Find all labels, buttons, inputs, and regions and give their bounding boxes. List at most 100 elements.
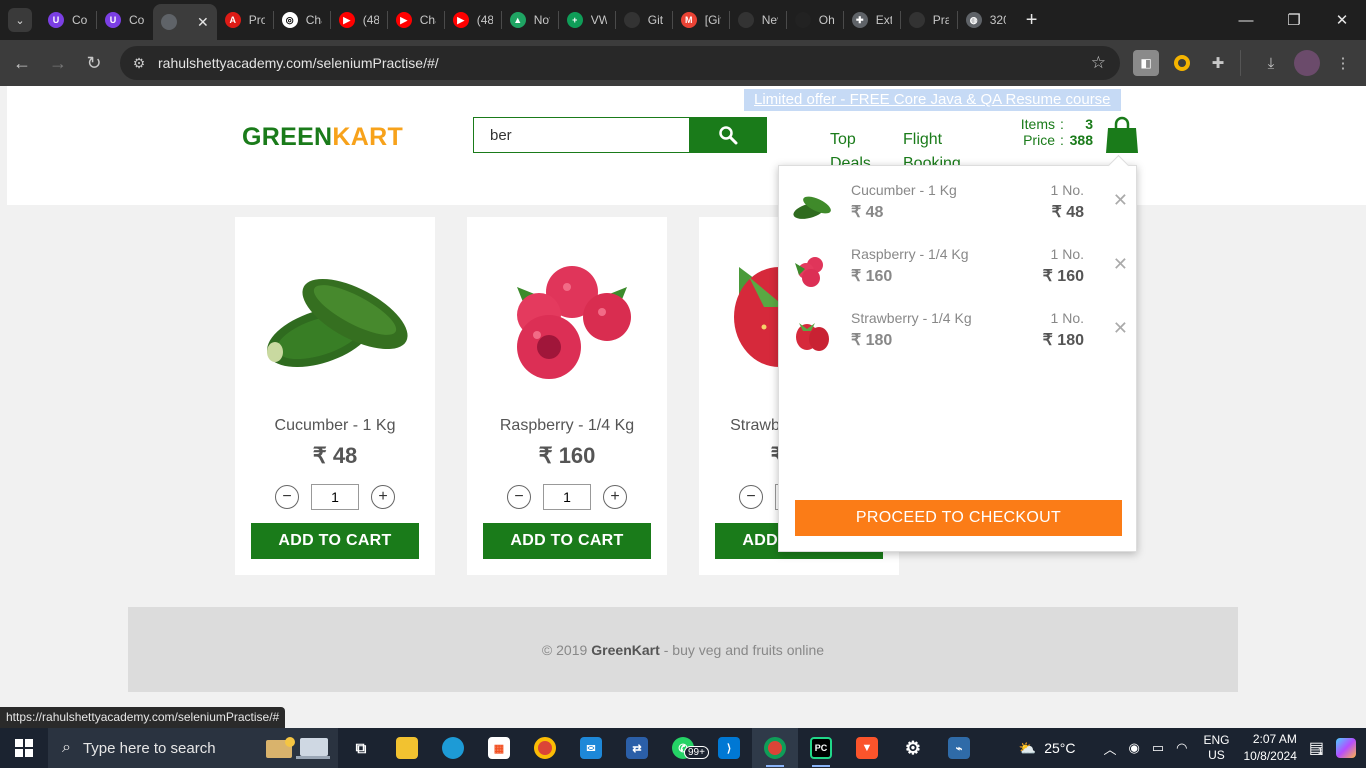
decrement-button[interactable]: − xyxy=(275,485,299,509)
input-language[interactable]: ENG US xyxy=(1203,733,1229,763)
decrement-button[interactable]: − xyxy=(739,485,763,509)
battery-icon[interactable]: ▭ xyxy=(1152,740,1164,756)
browser-tab[interactable]: M [Git xyxy=(673,4,729,36)
download-icon[interactable]: ⤓ xyxy=(1258,50,1284,76)
decrement-button[interactable]: − xyxy=(507,485,531,509)
increment-button[interactable]: + xyxy=(603,485,627,509)
browser-tab[interactable]: U Cou xyxy=(40,4,96,36)
tab-title: Exte xyxy=(875,13,892,27)
cart-item-price: ₹ 180 xyxy=(851,332,893,349)
price-total: 388 xyxy=(1069,132,1093,148)
browser-tab[interactable]: ▶ (48 xyxy=(331,4,387,36)
tab-title: Nev xyxy=(761,13,778,27)
bookmark-star-icon[interactable]: ☆ xyxy=(1091,53,1106,73)
mail-icon[interactable]: ✉ xyxy=(568,728,614,768)
site-footer: © 2019 GreenKart - buy veg and fruits on… xyxy=(128,607,1238,692)
tab-title: 320 xyxy=(989,13,1006,27)
tab-favicon-icon: ▶ xyxy=(338,12,355,28)
terminal-app-icon[interactable]: ⌁ xyxy=(936,728,982,768)
footer-brand: GreenKart xyxy=(591,641,660,658)
remove-item-icon[interactable]: ✕ xyxy=(1113,254,1128,275)
taskbar-search[interactable]: ⌕ Type here to search xyxy=(48,728,338,768)
notification-center-icon[interactable]: ▤ 1 xyxy=(1309,738,1324,758)
whatsapp-icon[interactable]: ✆ 99+ xyxy=(660,728,709,768)
close-tab-icon[interactable]: ✕ xyxy=(197,14,209,31)
extensions-puzzle-icon[interactable]: ✚ xyxy=(1205,50,1231,76)
search-input[interactable] xyxy=(473,117,690,153)
add-to-cart-button[interactable]: ADD TO CART xyxy=(251,523,419,559)
task-view-icon[interactable]: ⧉ xyxy=(338,728,384,768)
quantity-input[interactable] xyxy=(543,484,591,510)
network-app-icon[interactable]: ⇄ xyxy=(614,728,660,768)
tab-title: VW xyxy=(590,13,607,27)
system-clock[interactable]: 2:07 AM 10/8/2024 xyxy=(1243,731,1296,765)
tab-favicon-icon: A xyxy=(224,12,241,28)
browser-tab[interactable]: ✕ xyxy=(153,4,217,40)
browser-tab[interactable]: A Pro xyxy=(217,4,273,36)
tab-favicon-icon: ▶ xyxy=(395,12,412,28)
extension-icon[interactable]: ◧ xyxy=(1133,50,1159,76)
quantity-stepper: − + xyxy=(275,484,395,510)
browser-tab[interactable]: ▲ Not xyxy=(502,4,558,36)
tab-search-button[interactable]: ⌄ xyxy=(8,8,32,32)
pycharm-icon[interactable]: PC xyxy=(798,728,844,768)
file-explorer-icon[interactable] xyxy=(384,728,430,768)
vscode-icon[interactable]: ⟩ xyxy=(706,728,752,768)
search-button[interactable] xyxy=(689,117,767,153)
proceed-to-checkout-button[interactable]: PROCEED TO CHECKOUT xyxy=(795,500,1122,536)
extension-badge-icon[interactable] xyxy=(1169,50,1195,76)
remove-item-icon[interactable]: ✕ xyxy=(1113,318,1128,339)
settings-gear-icon[interactable]: ⚙ xyxy=(890,728,936,768)
start-button[interactable] xyxy=(0,728,48,768)
minimize-icon[interactable]: — xyxy=(1222,0,1270,40)
chrome-icon[interactable] xyxy=(522,728,568,768)
browser-tab[interactable]: Git xyxy=(616,4,672,36)
browser-tab[interactable]: Nev xyxy=(730,4,786,36)
tab-favicon-icon: U xyxy=(48,12,64,28)
profile-avatar[interactable] xyxy=(1294,50,1320,76)
region-code: US xyxy=(1208,748,1225,762)
browser-tab[interactable]: Pra xyxy=(901,4,957,36)
quantity-input[interactable] xyxy=(311,484,359,510)
restore-icon[interactable]: ❐ xyxy=(1270,0,1318,40)
close-window-icon[interactable]: ✕ xyxy=(1318,0,1366,40)
tray-chevron-icon[interactable]: ︿ xyxy=(1103,739,1116,758)
store-icon[interactable]: ▦ xyxy=(476,728,522,768)
new-tab-button[interactable]: + xyxy=(1026,9,1038,32)
browser-tab[interactable]: ✚ Exte xyxy=(844,4,900,36)
edge-icon[interactable] xyxy=(430,728,476,768)
remove-item-icon[interactable]: ✕ xyxy=(1113,190,1128,211)
browser-tab-strip: ⌄ U Cou U Cou ✕ A Pro ◎ Cha ▶ (48 ▶ Cha ▶ (48 ▲ Not + VW Gi… xyxy=(0,0,1366,40)
browser-tab[interactable]: ▶ (48 xyxy=(445,4,501,36)
meet-now-icon[interactable]: ◉ xyxy=(1128,740,1139,756)
browser-tab[interactable]: ▶ Cha xyxy=(388,4,444,36)
browser-tab[interactable]: ◍ 320 xyxy=(958,4,1014,36)
product-card: Cucumber - 1 Kg ₹ 48 − + ADD TO CART xyxy=(235,217,435,575)
reload-icon[interactable]: ↻ xyxy=(76,45,112,81)
address-url[interactable]: rahulshettyacademy.com/seleniumPractise/… xyxy=(158,55,439,71)
copilot-icon[interactable] xyxy=(1336,738,1356,758)
browser-tab[interactable]: U Cou xyxy=(97,4,153,36)
address-bar[interactable]: ⚙ rahulshettyacademy.com/seleniumPractis… xyxy=(120,46,1120,80)
search-icon xyxy=(719,126,738,145)
brave-icon[interactable]: ▼ xyxy=(844,728,890,768)
site-info-icon[interactable]: ⚙ xyxy=(126,55,152,72)
back-icon[interactable]: ← xyxy=(4,45,40,81)
browser-tab[interactable]: Oh xyxy=(787,4,843,36)
cart-item-qty: 1 No. xyxy=(1050,182,1084,198)
tab-favicon-icon: ▶ xyxy=(452,12,469,28)
chrome-active-icon[interactable] xyxy=(752,728,798,768)
limited-offer-link[interactable]: Limited offer - FREE Core Java & QA Resu… xyxy=(744,89,1121,111)
browser-tab[interactable]: + VW xyxy=(559,4,615,36)
increment-button[interactable]: + xyxy=(371,485,395,509)
cart-bag-icon[interactable] xyxy=(1105,116,1139,154)
menu-kebab-icon[interactable]: ⋮ xyxy=(1330,50,1356,76)
footer-tagline: - buy veg and fruits online xyxy=(663,641,825,658)
product-card: Raspberry - 1/4 Kg ₹ 160 − + ADD TO CART xyxy=(467,217,667,575)
browser-tab[interactable]: ◎ Cha xyxy=(274,4,330,36)
notification-count: 1 xyxy=(1317,746,1323,756)
weather-widget[interactable]: ⛅ 25°C xyxy=(1019,740,1076,757)
add-to-cart-button[interactable]: ADD TO CART xyxy=(483,523,651,559)
wifi-icon[interactable]: ◠ xyxy=(1176,740,1187,756)
forward-icon[interactable]: → xyxy=(40,45,76,81)
